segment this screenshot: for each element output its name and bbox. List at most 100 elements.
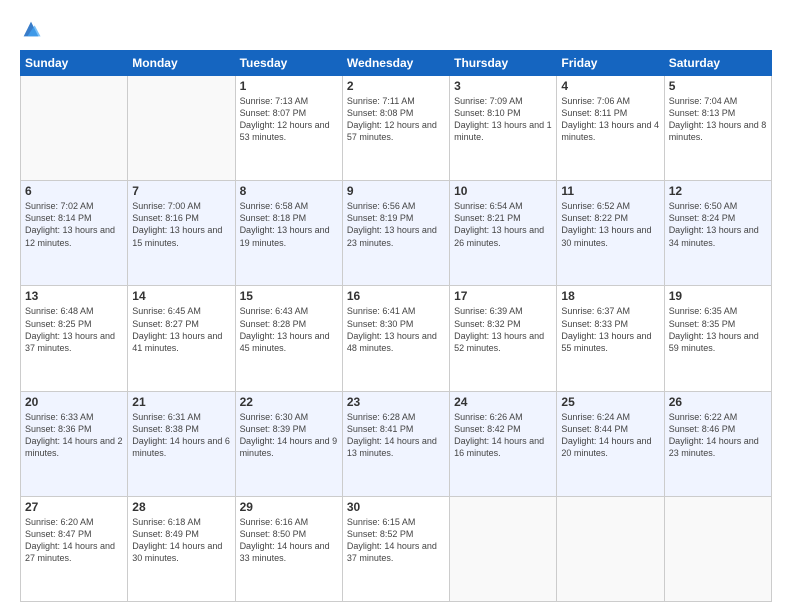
calendar-cell: 1 Sunrise: 7:13 AMSunset: 8:07 PMDaylight… bbox=[235, 76, 342, 181]
calendar-cell: 22 Sunrise: 6:30 AMSunset: 8:39 PMDayligh… bbox=[235, 391, 342, 496]
day-number: 21 bbox=[132, 395, 230, 409]
calendar-header-monday: Monday bbox=[128, 51, 235, 76]
day-info: Sunrise: 6:37 AMSunset: 8:33 PMDaylight:… bbox=[561, 305, 659, 354]
day-number: 2 bbox=[347, 79, 445, 93]
day-info: Sunrise: 7:02 AMSunset: 8:14 PMDaylight:… bbox=[25, 200, 123, 249]
calendar-week-row: 6 Sunrise: 7:02 AMSunset: 8:14 PMDaylight… bbox=[21, 181, 772, 286]
day-number: 17 bbox=[454, 289, 552, 303]
day-number: 24 bbox=[454, 395, 552, 409]
calendar-cell: 18Sunrise: 6:37 AMSunset: 8:33 PMDayligh… bbox=[557, 286, 664, 391]
calendar-cell: 26Sunrise: 6:22 AMSunset: 8:46 PMDayligh… bbox=[664, 391, 771, 496]
calendar-table: SundayMondayTuesdayWednesdayThursdayFrid… bbox=[20, 50, 772, 602]
calendar-cell: 7 Sunrise: 7:00 AMSunset: 8:16 PMDaylight… bbox=[128, 181, 235, 286]
day-number: 10 bbox=[454, 184, 552, 198]
day-number: 1 bbox=[240, 79, 338, 93]
day-info: Sunrise: 7:06 AMSunset: 8:11 PMDaylight:… bbox=[561, 95, 659, 144]
day-info: Sunrise: 6:26 AMSunset: 8:42 PMDaylight:… bbox=[454, 411, 552, 460]
calendar-header-row: SundayMondayTuesdayWednesdayThursdayFrid… bbox=[21, 51, 772, 76]
calendar-cell: 29 Sunrise: 6:16 AMSunset: 8:50 PMDayligh… bbox=[235, 496, 342, 601]
calendar-cell: 11 Sunrise: 6:52 AMSunset: 8:22 PMDayligh… bbox=[557, 181, 664, 286]
calendar-cell: 13 Sunrise: 6:48 AMSunset: 8:25 PMDayligh… bbox=[21, 286, 128, 391]
calendar-week-row: 13 Sunrise: 6:48 AMSunset: 8:25 PMDayligh… bbox=[21, 286, 772, 391]
day-number: 4 bbox=[561, 79, 659, 93]
day-number: 8 bbox=[240, 184, 338, 198]
day-number: 12 bbox=[669, 184, 767, 198]
day-info: Sunrise: 6:39 AMSunset: 8:32 PMDaylight:… bbox=[454, 305, 552, 354]
day-number: 6 bbox=[25, 184, 123, 198]
calendar-header-thursday: Thursday bbox=[450, 51, 557, 76]
calendar-cell: 17 Sunrise: 6:39 AMSunset: 8:32 PMDayligh… bbox=[450, 286, 557, 391]
calendar-cell: 14 Sunrise: 6:45 AMSunset: 8:27 PMDayligh… bbox=[128, 286, 235, 391]
calendar-week-row: 20 Sunrise: 6:33 AMSunset: 8:36 PMDayligh… bbox=[21, 391, 772, 496]
day-info: Sunrise: 6:33 AMSunset: 8:36 PMDaylight:… bbox=[25, 411, 123, 460]
day-info: Sunrise: 7:00 AMSunset: 8:16 PMDaylight:… bbox=[132, 200, 230, 249]
day-info: Sunrise: 7:04 AMSunset: 8:13 PMDaylight:… bbox=[669, 95, 767, 144]
day-number: 5 bbox=[669, 79, 767, 93]
day-number: 9 bbox=[347, 184, 445, 198]
day-info: Sunrise: 7:09 AMSunset: 8:10 PMDaylight:… bbox=[454, 95, 552, 144]
calendar-cell: 27 Sunrise: 6:20 AMSunset: 8:47 PMDayligh… bbox=[21, 496, 128, 601]
day-info: Sunrise: 6:20 AMSunset: 8:47 PMDaylight:… bbox=[25, 516, 123, 565]
page: SundayMondayTuesdayWednesdayThursdayFrid… bbox=[0, 0, 792, 612]
day-number: 22 bbox=[240, 395, 338, 409]
calendar-cell: 16 Sunrise: 6:41 AMSunset: 8:30 PMDayligh… bbox=[342, 286, 449, 391]
day-number: 14 bbox=[132, 289, 230, 303]
day-number: 16 bbox=[347, 289, 445, 303]
day-number: 25 bbox=[561, 395, 659, 409]
calendar-cell: 9 Sunrise: 6:56 AMSunset: 8:19 PMDaylight… bbox=[342, 181, 449, 286]
calendar-cell: 19 Sunrise: 6:35 AMSunset: 8:35 PMDayligh… bbox=[664, 286, 771, 391]
day-number: 23 bbox=[347, 395, 445, 409]
day-info: Sunrise: 7:11 AMSunset: 8:08 PMDaylight:… bbox=[347, 95, 445, 144]
day-info: Sunrise: 6:50 AMSunset: 8:24 PMDaylight:… bbox=[669, 200, 767, 249]
calendar-cell: 30Sunrise: 6:15 AMSunset: 8:52 PMDayligh… bbox=[342, 496, 449, 601]
calendar-cell bbox=[21, 76, 128, 181]
calendar-cell bbox=[128, 76, 235, 181]
day-info: Sunrise: 7:13 AMSunset: 8:07 PMDaylight:… bbox=[240, 95, 338, 144]
day-number: 20 bbox=[25, 395, 123, 409]
day-number: 27 bbox=[25, 500, 123, 514]
day-info: Sunrise: 6:45 AMSunset: 8:27 PMDaylight:… bbox=[132, 305, 230, 354]
calendar-header-wednesday: Wednesday bbox=[342, 51, 449, 76]
calendar-cell: 5 Sunrise: 7:04 AMSunset: 8:13 PMDaylight… bbox=[664, 76, 771, 181]
day-number: 13 bbox=[25, 289, 123, 303]
day-number: 19 bbox=[669, 289, 767, 303]
day-info: Sunrise: 6:41 AMSunset: 8:30 PMDaylight:… bbox=[347, 305, 445, 354]
day-info: Sunrise: 6:30 AMSunset: 8:39 PMDaylight:… bbox=[240, 411, 338, 460]
calendar-cell: 23 Sunrise: 6:28 AMSunset: 8:41 PMDayligh… bbox=[342, 391, 449, 496]
calendar-cell: 10 Sunrise: 6:54 AMSunset: 8:21 PMDayligh… bbox=[450, 181, 557, 286]
calendar-cell bbox=[664, 496, 771, 601]
calendar-week-row: 27 Sunrise: 6:20 AMSunset: 8:47 PMDayligh… bbox=[21, 496, 772, 601]
day-number: 7 bbox=[132, 184, 230, 198]
calendar-cell bbox=[450, 496, 557, 601]
day-info: Sunrise: 6:52 AMSunset: 8:22 PMDaylight:… bbox=[561, 200, 659, 249]
day-number: 28 bbox=[132, 500, 230, 514]
header bbox=[20, 18, 772, 40]
day-info: Sunrise: 6:35 AMSunset: 8:35 PMDaylight:… bbox=[669, 305, 767, 354]
day-info: Sunrise: 6:22 AMSunset: 8:46 PMDaylight:… bbox=[669, 411, 767, 460]
calendar-cell: 21 Sunrise: 6:31 AMSunset: 8:38 PMDayligh… bbox=[128, 391, 235, 496]
day-number: 11 bbox=[561, 184, 659, 198]
day-number: 15 bbox=[240, 289, 338, 303]
calendar-header-saturday: Saturday bbox=[664, 51, 771, 76]
day-info: Sunrise: 6:24 AMSunset: 8:44 PMDaylight:… bbox=[561, 411, 659, 460]
day-info: Sunrise: 6:54 AMSunset: 8:21 PMDaylight:… bbox=[454, 200, 552, 249]
calendar-cell: 20 Sunrise: 6:33 AMSunset: 8:36 PMDayligh… bbox=[21, 391, 128, 496]
calendar-cell bbox=[557, 496, 664, 601]
day-info: Sunrise: 6:48 AMSunset: 8:25 PMDaylight:… bbox=[25, 305, 123, 354]
day-info: Sunrise: 6:16 AMSunset: 8:50 PMDaylight:… bbox=[240, 516, 338, 565]
logo-icon bbox=[20, 18, 42, 40]
calendar-cell: 15 Sunrise: 6:43 AMSunset: 8:28 PMDayligh… bbox=[235, 286, 342, 391]
day-info: Sunrise: 6:31 AMSunset: 8:38 PMDaylight:… bbox=[132, 411, 230, 460]
calendar-cell: 2 Sunrise: 7:11 AMSunset: 8:08 PMDaylight… bbox=[342, 76, 449, 181]
logo bbox=[20, 18, 46, 40]
day-info: Sunrise: 6:58 AMSunset: 8:18 PMDaylight:… bbox=[240, 200, 338, 249]
calendar-cell: 3Sunrise: 7:09 AMSunset: 8:10 PMDaylight… bbox=[450, 76, 557, 181]
day-info: Sunrise: 6:43 AMSunset: 8:28 PMDaylight:… bbox=[240, 305, 338, 354]
calendar-cell: 25 Sunrise: 6:24 AMSunset: 8:44 PMDayligh… bbox=[557, 391, 664, 496]
day-number: 29 bbox=[240, 500, 338, 514]
day-info: Sunrise: 6:56 AMSunset: 8:19 PMDaylight:… bbox=[347, 200, 445, 249]
calendar-cell: 12 Sunrise: 6:50 AMSunset: 8:24 PMDayligh… bbox=[664, 181, 771, 286]
day-info: Sunrise: 6:28 AMSunset: 8:41 PMDaylight:… bbox=[347, 411, 445, 460]
calendar-header-sunday: Sunday bbox=[21, 51, 128, 76]
calendar-week-row: 1 Sunrise: 7:13 AMSunset: 8:07 PMDaylight… bbox=[21, 76, 772, 181]
